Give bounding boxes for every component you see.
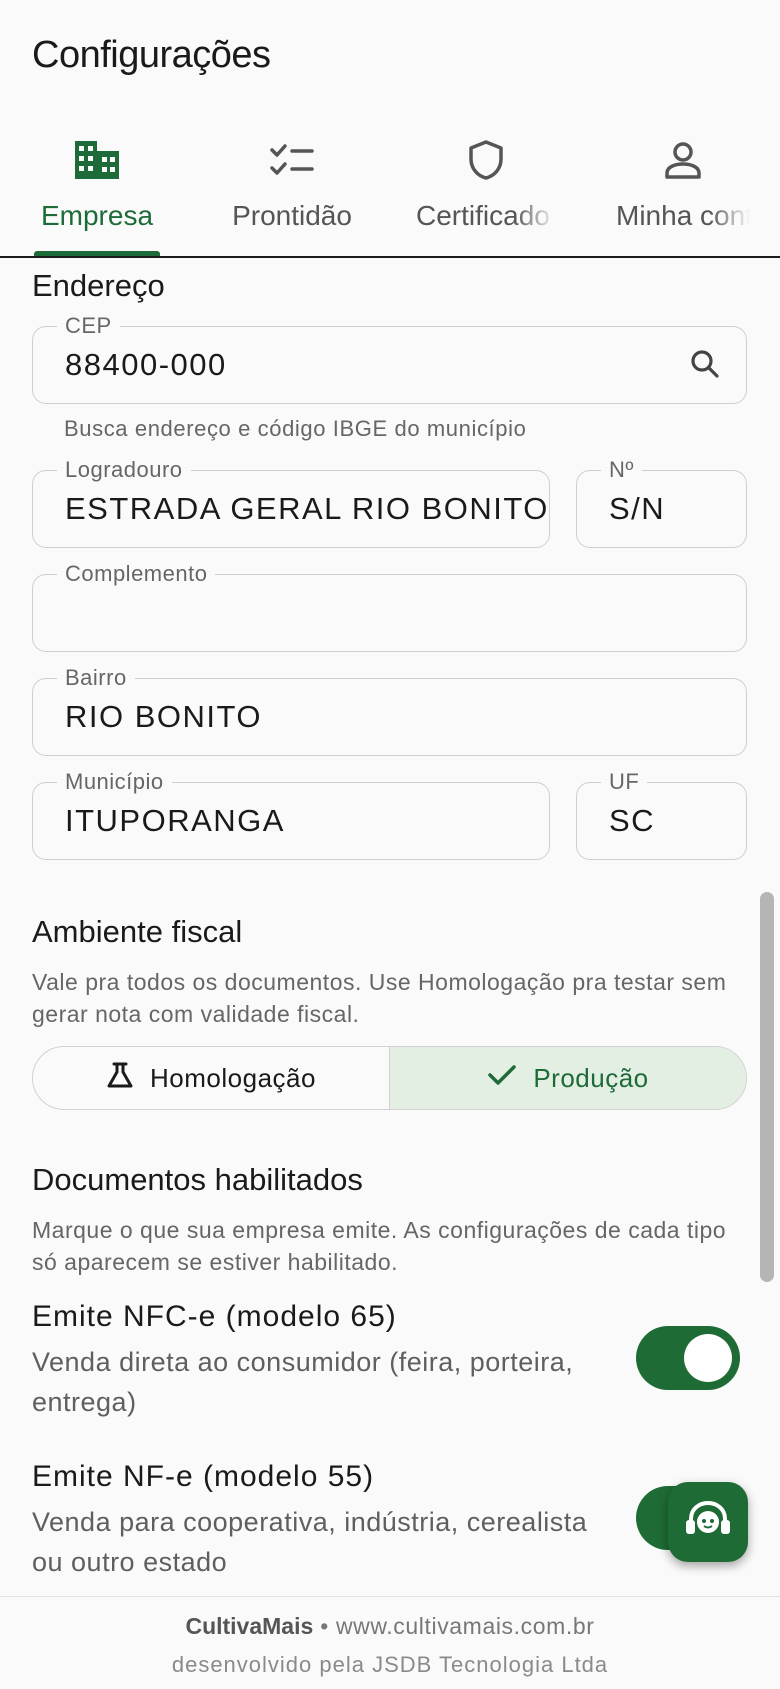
person-icon bbox=[616, 130, 750, 190]
complemento-field[interactable]: Complemento bbox=[32, 561, 747, 652]
option-label: Homologação bbox=[150, 1062, 316, 1093]
option-producao[interactable]: Produção bbox=[389, 1047, 746, 1109]
cep-helper-text: Busca endereço e código IBGE do municípi… bbox=[64, 416, 527, 441]
toggle-knob bbox=[684, 1334, 732, 1382]
option-homologacao[interactable]: Homologação bbox=[33, 1047, 389, 1109]
logradouro-value: ESTRADA GERAL RIO BONITO bbox=[65, 491, 549, 526]
tab-certificado[interactable]: Certificado bbox=[416, 130, 556, 256]
support-icon bbox=[685, 1500, 731, 1545]
nfe-description: Venda para cooperativa, indústria, cerea… bbox=[32, 1507, 588, 1577]
field-label: Município bbox=[57, 769, 172, 795]
field-label: Nº bbox=[601, 457, 642, 483]
cep-field[interactable]: CEP 88400-000 bbox=[32, 313, 747, 404]
tab-empresa[interactable]: Empresa bbox=[24, 130, 170, 256]
tab-label: Certificado bbox=[416, 200, 550, 231]
footer-brand: CultivaMais bbox=[185, 1613, 314, 1639]
checklist-icon bbox=[212, 130, 372, 190]
flask-icon bbox=[106, 1061, 150, 1096]
app-header: Configurações Empresa Prontidão Certific… bbox=[0, 0, 780, 258]
municipio-value: ITUPORANGA bbox=[65, 803, 285, 838]
footer: CultivaMais • www.cultivamais.com.br des… bbox=[0, 1596, 780, 1689]
nfe-title: Emite NF-e (modelo 55) bbox=[32, 1460, 375, 1493]
tab-minha-conta[interactable]: Minha conta bbox=[616, 130, 750, 256]
tab-label: Prontidão bbox=[232, 200, 352, 231]
tab-label: Minha conta bbox=[616, 200, 750, 231]
section-title-ambiente: Ambiente fiscal bbox=[32, 914, 243, 949]
uf-value: SC bbox=[609, 803, 656, 838]
numero-field[interactable]: Nº S/N bbox=[576, 457, 747, 548]
municipio-field[interactable]: Município ITUPORANGA bbox=[32, 769, 550, 860]
field-label: Logradouro bbox=[57, 457, 191, 483]
scrollbar[interactable] bbox=[760, 892, 774, 1282]
uf-field[interactable]: UF SC bbox=[576, 769, 747, 860]
footer-line: CultivaMais • www.cultivamais.com.br bbox=[0, 1613, 780, 1640]
logradouro-field[interactable]: Logradouro ESTRADA GERAL RIO BONITO bbox=[32, 457, 550, 548]
tab-prontidao[interactable]: Prontidão bbox=[212, 130, 372, 256]
section-title-endereco: Endereço bbox=[32, 268, 165, 303]
field-label: Complemento bbox=[57, 561, 216, 587]
check-icon bbox=[487, 1063, 533, 1094]
building-icon bbox=[24, 130, 170, 190]
nfce-toggle[interactable] bbox=[636, 1326, 740, 1390]
nfce-title: Emite NFC-e (modelo 65) bbox=[32, 1300, 397, 1333]
option-label: Produção bbox=[533, 1062, 649, 1093]
bairro-value: RIO BONITO bbox=[65, 699, 263, 734]
cep-value: 88400-000 bbox=[65, 347, 227, 382]
footer-credit: desenvolvido pela JSDB Tecnologia Ltda bbox=[171, 1652, 609, 1677]
nfce-description: Venda direta ao consumidor (feira, porte… bbox=[32, 1347, 574, 1417]
field-label: CEP bbox=[57, 313, 120, 339]
footer-separator: • bbox=[320, 1613, 329, 1639]
tab-label: Empresa bbox=[40, 200, 154, 231]
shield-icon bbox=[416, 130, 556, 190]
numero-value: S/N bbox=[609, 491, 666, 526]
ambiente-description: Vale pra todos os documentos. Use Homolo… bbox=[32, 969, 727, 1027]
section-title-documentos: Documentos habilitados bbox=[32, 1162, 363, 1197]
page-title: Configurações bbox=[32, 34, 271, 76]
search-icon[interactable] bbox=[690, 349, 720, 384]
field-label: Bairro bbox=[57, 665, 135, 691]
footer-link[interactable]: www.cultivamais.com.br bbox=[336, 1613, 595, 1639]
support-fab[interactable] bbox=[668, 1482, 748, 1562]
field-label: UF bbox=[601, 769, 648, 795]
ambiente-segmented-control: Homologação Produção bbox=[32, 1046, 747, 1110]
bairro-field[interactable]: Bairro RIO BONITO bbox=[32, 665, 747, 756]
documentos-description: Marque o que sua empresa emite. As confi… bbox=[32, 1217, 727, 1275]
